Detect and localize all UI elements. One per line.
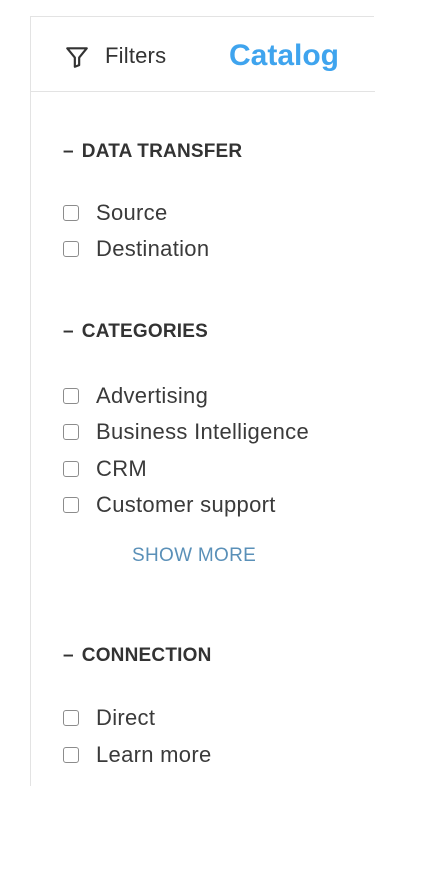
checkbox[interactable] xyxy=(63,241,79,257)
option-label: Destination xyxy=(96,236,210,261)
checkbox[interactable] xyxy=(63,497,79,513)
section-title-data-transfer: DATA TRANSFER xyxy=(81,141,243,162)
option-label: Learn more xyxy=(96,742,212,767)
collapse-icon[interactable]: – xyxy=(63,141,74,163)
collapse-icon[interactable]: – xyxy=(63,321,74,343)
checkbox-option-destination[interactable]: Destination xyxy=(63,234,209,264)
show-more-link[interactable]: SHOW MORE xyxy=(132,545,256,567)
option-label: Advertising xyxy=(96,383,209,408)
section-header-data-transfer[interactable]: – DATA TRANSFER xyxy=(63,141,242,163)
filter-icon[interactable] xyxy=(64,44,90,70)
option-label: CRM xyxy=(96,456,148,481)
checkbox[interactable] xyxy=(63,424,79,440)
checkbox-option-source[interactable]: Source xyxy=(63,198,168,228)
checkbox[interactable] xyxy=(63,747,79,763)
option-label: Source xyxy=(96,200,168,225)
checkbox[interactable] xyxy=(63,461,79,477)
option-label: Direct xyxy=(96,705,156,730)
section-header-categories[interactable]: – CATEGORIES xyxy=(63,321,208,343)
filters-panel: Filters Catalog – DATA TRANSFER Source De… xyxy=(30,16,375,786)
checkbox[interactable] xyxy=(63,710,79,726)
section-title-categories: CATEGORIES xyxy=(81,321,208,342)
checkbox[interactable] xyxy=(63,205,79,221)
checkbox-option-direct[interactable]: Direct xyxy=(63,703,155,733)
section-title-connection: CONNECTION xyxy=(81,645,212,666)
collapse-icon[interactable]: – xyxy=(63,645,74,667)
checkbox-option-learn-more[interactable]: Learn more xyxy=(63,740,212,770)
option-label: Business Intelligence xyxy=(96,419,309,444)
filters-label[interactable]: Filters xyxy=(105,43,166,69)
page-title: Catalog xyxy=(229,39,340,72)
section-header-connection[interactable]: – CONNECTION xyxy=(63,645,212,667)
checkbox-option-business-intelligence[interactable]: Business Intelligence xyxy=(63,417,309,447)
checkbox-option-customer-support[interactable]: Customer support xyxy=(63,490,276,520)
filters-header: Filters Catalog xyxy=(31,17,375,92)
checkbox-option-advertising[interactable]: Advertising xyxy=(63,381,208,411)
option-label: Customer support xyxy=(96,492,276,517)
checkbox-option-crm[interactable]: CRM xyxy=(63,454,147,484)
checkbox[interactable] xyxy=(63,388,79,404)
